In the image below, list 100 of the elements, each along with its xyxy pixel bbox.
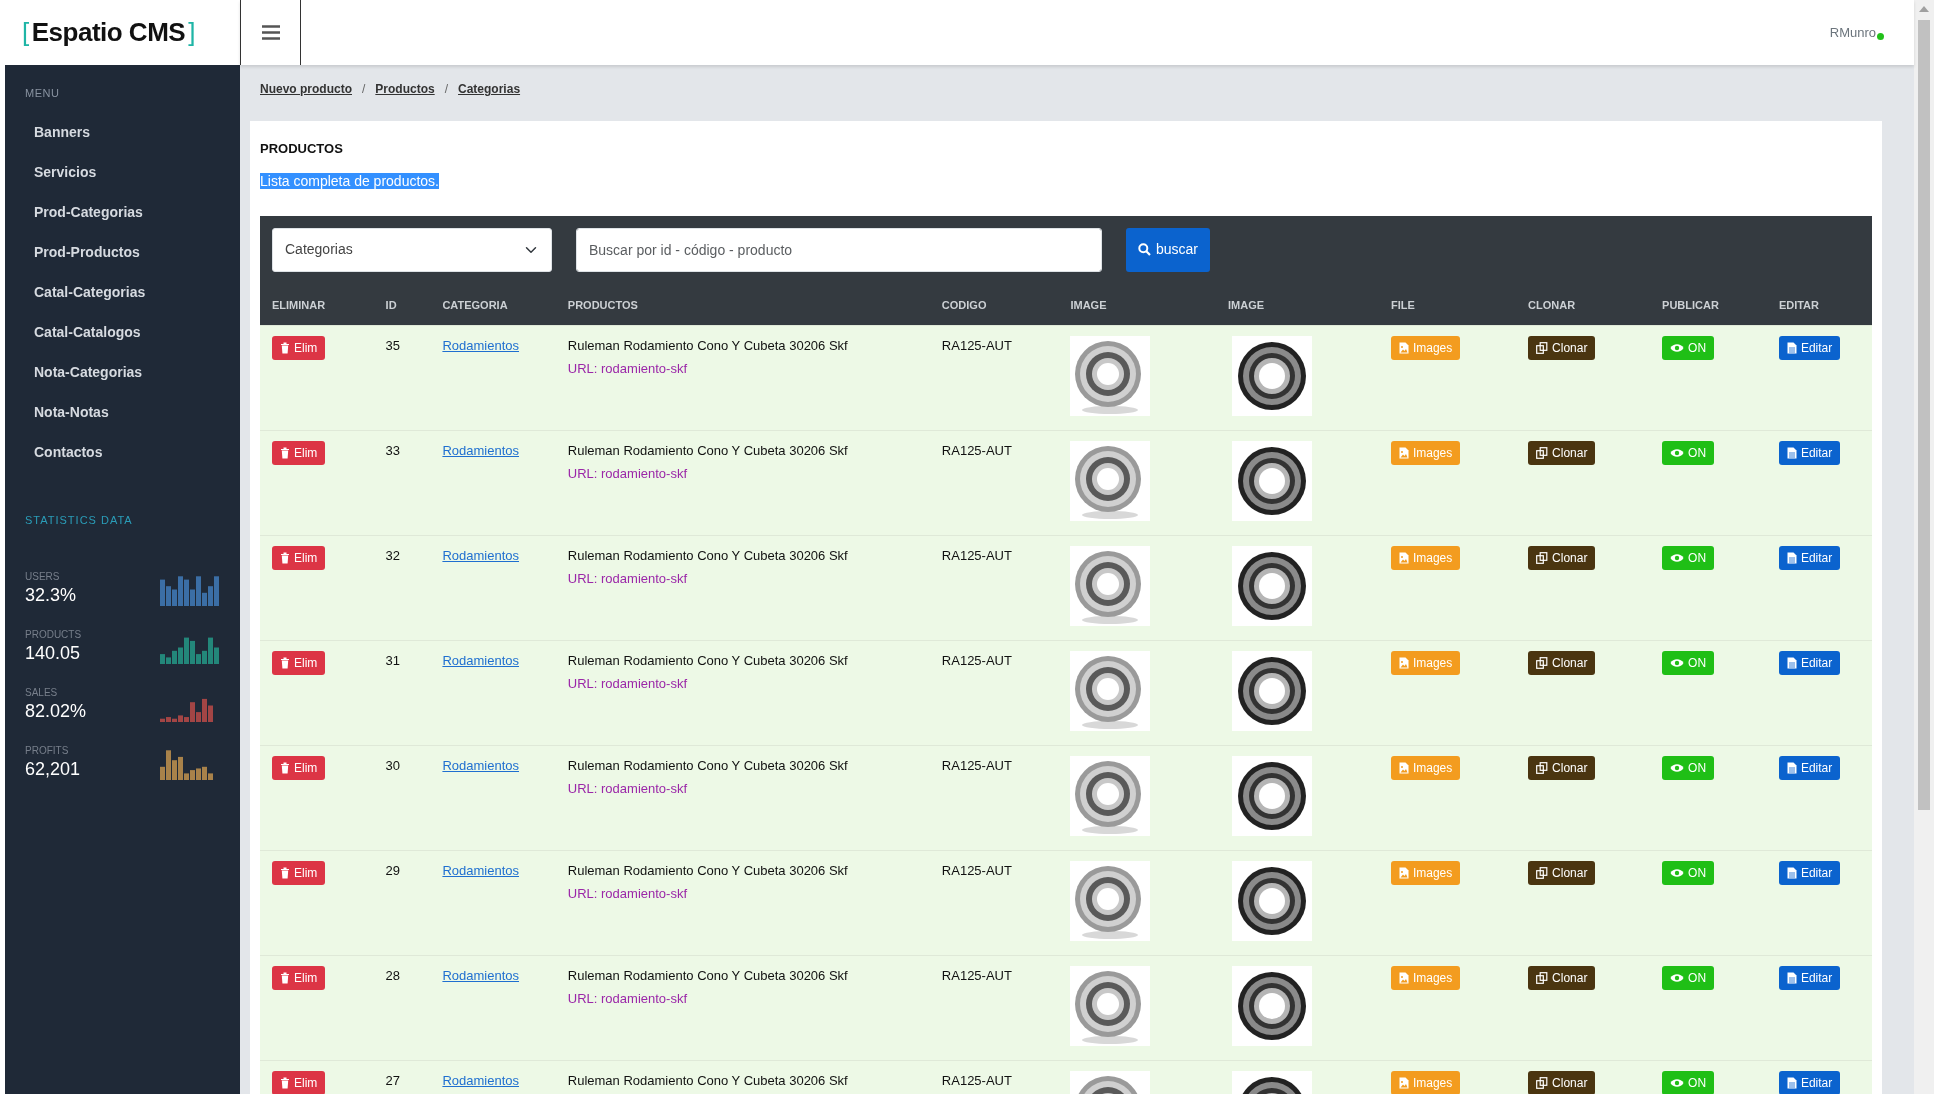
trash-icon — [280, 342, 290, 354]
clone-button[interactable]: Clonar — [1528, 1071, 1596, 1094]
breadcrumb-link[interactable]: Categorias — [458, 80, 521, 98]
delete-button[interactable]: Elim — [272, 861, 326, 885]
column-header: EDITAR — [1766, 285, 1872, 326]
clone-button[interactable]: Clonar — [1528, 756, 1596, 780]
image-icon — [1398, 552, 1409, 564]
menu-item[interactable]: Contactos — [5, 431, 240, 472]
breadcrumb-link[interactable]: Nuevo producto — [260, 80, 352, 98]
product-name: Ruleman Rodamiento Cono Y Cubeta 30206 Skf — [567, 548, 848, 563]
panel-title: PRODUCTOS — [260, 140, 344, 158]
id-cell: 29 — [373, 850, 431, 956]
id-cell: 30 — [373, 745, 431, 851]
breadcrumb-link[interactable]: Productos — [375, 80, 435, 98]
code-cell: RA125-AUT — [929, 325, 1059, 431]
stat-value: 32.3% — [25, 584, 77, 606]
edit-button[interactable]: Editar — [1778, 966, 1841, 990]
user-name[interactable]: RMunro — [1829, 24, 1876, 40]
clone-button[interactable]: Clonar — [1528, 441, 1596, 465]
clone-button[interactable]: Clonar — [1528, 966, 1596, 990]
menu-item[interactable]: Catal-Catalogos — [5, 311, 240, 352]
menu-item[interactable]: Servicios — [5, 151, 240, 192]
category-link[interactable]: Rodamientos — [442, 548, 519, 563]
category-link[interactable]: Rodamientos — [442, 758, 519, 773]
code-cell: RA125-AUT — [929, 430, 1059, 536]
publish-button[interactable]: ON — [1662, 546, 1715, 570]
breadcrumb-separator: / — [362, 81, 366, 98]
publish-button[interactable]: ON — [1662, 756, 1715, 780]
bracket: ] — [188, 16, 195, 49]
menu-item[interactable]: Nota-Categorias — [5, 351, 240, 392]
brand-name: Espatio CMS — [31, 16, 186, 49]
edit-button[interactable]: Editar — [1778, 756, 1841, 780]
product-url: URL: rodamiento-skf — [567, 674, 688, 693]
image-icon — [1398, 447, 1409, 459]
copy-icon — [1536, 447, 1549, 459]
copy-icon — [1536, 657, 1549, 669]
category-link[interactable]: Rodamientos — [442, 968, 519, 983]
menu-item[interactable]: Prod-Productos — [5, 231, 240, 272]
category-link[interactable]: Rodamientos — [442, 653, 519, 668]
product-url: URL: rodamiento-skf — [567, 569, 688, 588]
column-header: CATEGORIA — [430, 285, 556, 326]
file-icon — [1786, 657, 1797, 669]
edit-button[interactable]: Editar — [1778, 1071, 1841, 1094]
menu-label: MENU — [24, 86, 61, 101]
category-select[interactable]: Categorias — [272, 227, 552, 272]
trash-icon — [280, 657, 290, 669]
menu-item[interactable]: Banners — [5, 111, 240, 152]
delete-button[interactable]: Elim — [272, 756, 326, 780]
product-name: Ruleman Rodamiento Cono Y Cubeta 30206 Skf — [567, 863, 848, 878]
menu-item[interactable]: Nota-Notas — [5, 391, 240, 432]
menu-item[interactable]: Catal-Categorias — [5, 271, 240, 312]
edit-button[interactable]: Editar — [1778, 336, 1841, 360]
category-link[interactable]: Rodamientos — [442, 338, 519, 353]
product-url: URL: rodamiento-skf — [567, 464, 688, 483]
delete-button[interactable]: Elim — [272, 966, 326, 990]
category-link[interactable]: Rodamientos — [442, 443, 519, 458]
search-field[interactable]: Buscar por id - código - producto — [576, 227, 1102, 272]
code-cell: RA125-AUT — [929, 850, 1059, 956]
stat-label: PROFITS — [25, 744, 70, 758]
scroll-up-icon[interactable] — [1919, 6, 1929, 12]
delete-button[interactable]: Elim — [272, 651, 326, 675]
id-cell: 32 — [373, 535, 431, 641]
column-header: IMAGE — [1216, 285, 1379, 326]
delete-button[interactable]: Elim — [272, 1071, 326, 1094]
image-icon — [1398, 972, 1409, 984]
edit-button[interactable]: Editar — [1778, 651, 1841, 675]
publish-button[interactable]: ON — [1662, 651, 1715, 675]
edit-button[interactable]: Editar — [1778, 861, 1841, 885]
stat-value: 140.05 — [25, 642, 82, 664]
column-header: ID — [373, 285, 431, 326]
clone-button[interactable]: Clonar — [1528, 861, 1596, 885]
menu-button[interactable] — [240, 0, 301, 65]
column-header: PRODUCTOS — [555, 285, 930, 326]
code-cell: RA125-AUT — [929, 535, 1059, 641]
publish-button[interactable]: ON — [1662, 441, 1715, 465]
trash-icon — [280, 447, 290, 459]
clone-button[interactable]: Clonar — [1528, 336, 1596, 360]
delete-button[interactable]: Elim — [272, 336, 326, 360]
delete-button[interactable]: Elim — [272, 546, 326, 570]
copy-icon — [1536, 1077, 1549, 1089]
column-header: CODIGO — [929, 285, 1059, 326]
clone-button[interactable]: Clonar — [1528, 546, 1596, 570]
publish-button[interactable]: ON — [1662, 1071, 1715, 1094]
product-name: Ruleman Rodamiento Cono Y Cubeta 30206 Skf — [567, 758, 848, 773]
search-button[interactable]: buscar — [1126, 227, 1211, 272]
publish-button[interactable]: ON — [1662, 966, 1715, 990]
edit-button[interactable]: Editar — [1778, 441, 1841, 465]
scrollbar[interactable] — [1914, 0, 1934, 1094]
menu-item[interactable]: Prod-Categorias — [5, 191, 240, 232]
category-link[interactable]: Rodamientos — [442, 863, 519, 878]
column-header: FILE — [1378, 285, 1517, 326]
publish-button[interactable]: ON — [1662, 336, 1715, 360]
code-cell: RA125-AUT — [929, 640, 1059, 746]
publish-button[interactable]: ON — [1662, 861, 1715, 885]
delete-button[interactable]: Elim — [272, 441, 326, 465]
stats-label: STATISTICS DATA — [24, 512, 134, 528]
edit-button[interactable]: Editar — [1778, 546, 1841, 570]
clone-button[interactable]: Clonar — [1528, 651, 1596, 675]
file-icon — [1786, 552, 1797, 564]
id-cell: 35 — [373, 325, 431, 431]
